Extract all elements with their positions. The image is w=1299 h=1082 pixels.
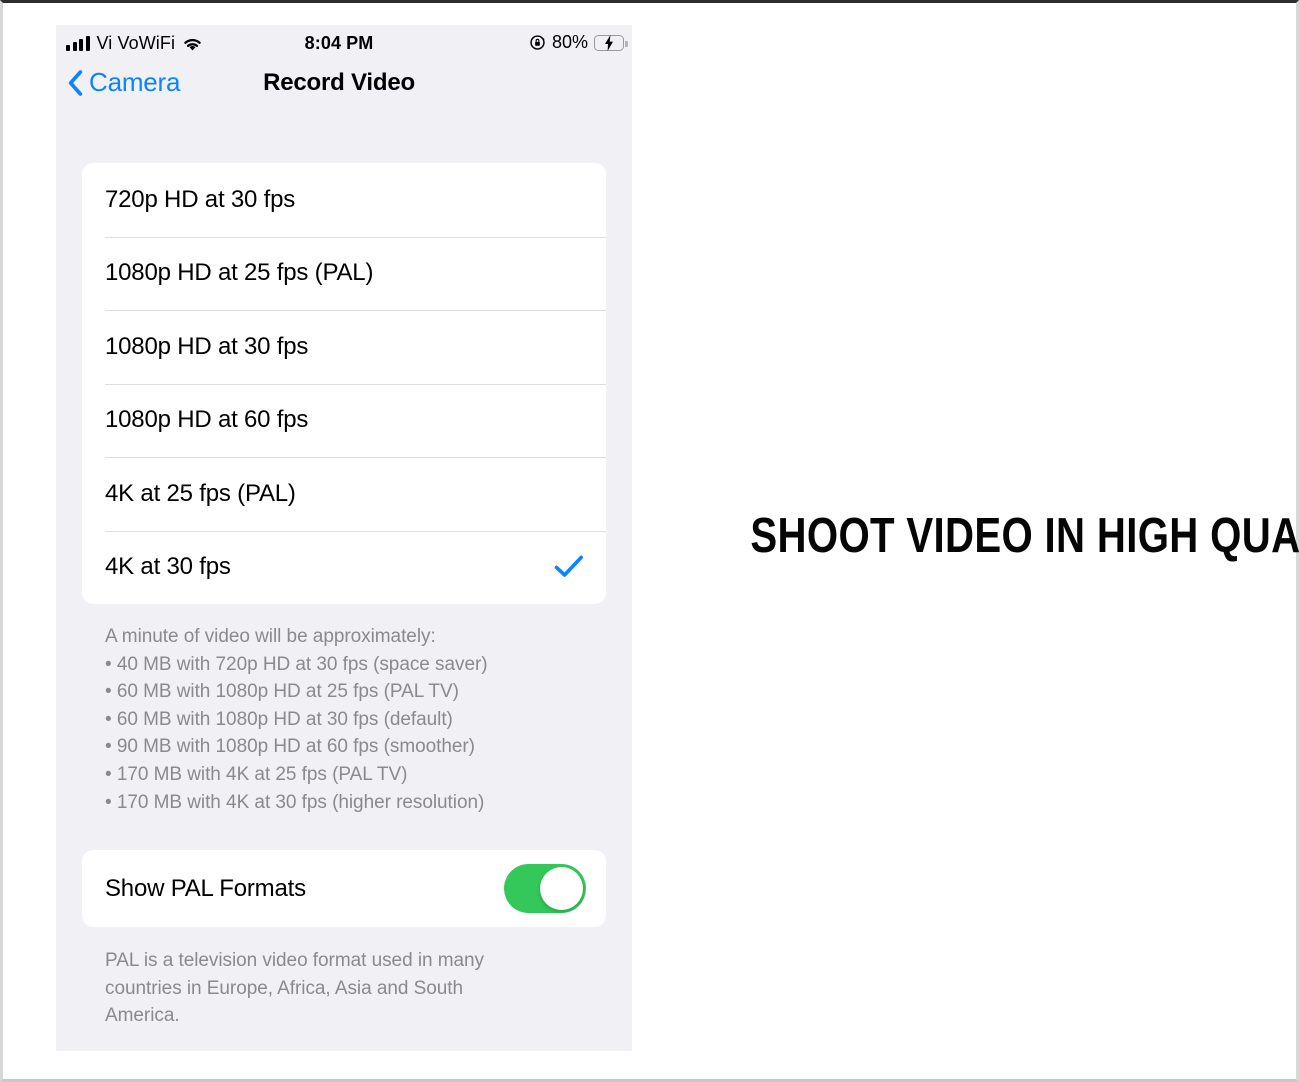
clock-label: 8:04 PM [304, 33, 374, 53]
navigation-bar: Camera Record Video [56, 61, 632, 117]
list-item-label: 1080p HD at 25 fps (PAL) [105, 259, 374, 287]
status-bar: Vi VoWiFi 8:04 PM 80% [56, 25, 632, 61]
list-item-1080p-60[interactable]: 1080p HD at 60 fps [82, 383, 606, 458]
pal-formats-card: Show PAL Formats [82, 850, 606, 928]
list-item-label: 720p HD at 30 fps [105, 185, 296, 213]
list-item-720p-30[interactable]: 720p HD at 30 fps [82, 163, 606, 237]
video-size-footer: A minute of video will be approximately:… [105, 626, 488, 813]
list-item-label: 1080p HD at 60 fps [105, 406, 309, 434]
list-item-label: 4K at 30 fps [105, 553, 231, 581]
battery-percent-label: 80% [551, 32, 588, 52]
pal-description-footer: PAL is a television video format used in… [105, 950, 484, 1027]
caption-heading: SHOOT VIDEO IN HIGH QUALITY [750, 509, 1299, 563]
page-title-wrap: Record Video [56, 69, 632, 97]
rotation-lock-icon [529, 34, 546, 51]
list-item-1080p-25-pal[interactable]: 1080p HD at 25 fps (PAL) [82, 236, 606, 311]
pal-formats-label: Show PAL Formats [105, 874, 306, 902]
phone-screenshot-panel: Vi VoWiFi 8:04 PM 80% Camera Record Vide… [56, 25, 632, 1051]
list-item-4k-30[interactable]: 4K at 30 fps [82, 530, 606, 605]
checkmark-icon [554, 554, 584, 580]
list-item-4k-25-pal[interactable]: 4K at 25 fps (PAL) [82, 457, 606, 531]
list-item-1080p-30[interactable]: 1080p HD at 30 fps [82, 310, 606, 384]
page-title: Record Video [263, 69, 415, 96]
settings-content: 720p HD at 30 fps 1080p HD at 25 fps (PA… [56, 163, 632, 1030]
video-format-list: 720p HD at 30 fps 1080p HD at 25 fps (PA… [82, 163, 606, 604]
list-item-label: 1080p HD at 30 fps [105, 332, 309, 360]
status-bar-right: 80% [529, 32, 628, 53]
toggle-knob [540, 867, 583, 911]
show-pal-formats-toggle[interactable] [504, 864, 586, 914]
battery-charging-icon [594, 34, 628, 51]
pal-formats-row[interactable]: Show PAL Formats [82, 850, 606, 927]
screenshot-canvas: Vi VoWiFi 8:04 PM 80% Camera Record Vide… [0, 0, 1299, 1082]
list-item-label: 4K at 25 fps (PAL) [105, 479, 296, 507]
